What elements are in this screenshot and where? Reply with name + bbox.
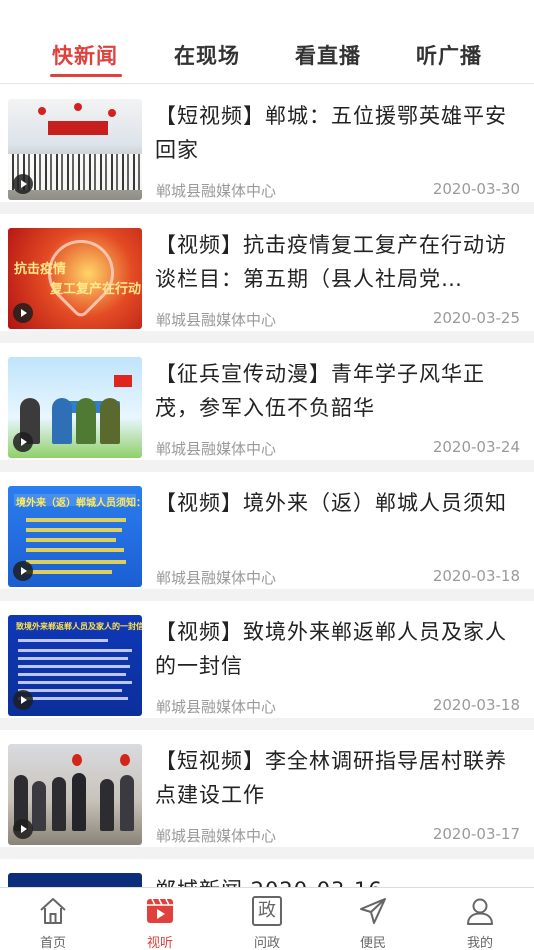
article-list[interactable]: 【短视频】郸城：五位援鄂英雄平安回家 郸城县融媒体中心 2020-03-30 抗… (0, 85, 534, 887)
article-date: 2020-03-24 (432, 438, 520, 456)
nav-label: 首页 (39, 936, 66, 950)
article-item[interactable]: 郸城新闻 2020-03-16 (0, 859, 534, 887)
play-icon (13, 432, 33, 452)
article-title: 【征兵宣传动漫】青年学子风华正茂，参军入伍不负韶华 (155, 362, 485, 420)
article-thumbnail (8, 357, 142, 458)
article-source: 郸城县融媒体中心 (156, 698, 277, 716)
play-icon (13, 561, 33, 581)
article-item[interactable]: 致境外来郸返郸人员及家人的一封信 【视频】致境外来郸返郸人员及家人的一封信 郸城… (0, 601, 534, 718)
nav-label: 便民 (359, 936, 386, 950)
article-thumbnail: 致境外来郸返郸人员及家人的一封信 (8, 615, 142, 716)
tab-on-site[interactable]: 在现场 (174, 40, 240, 70)
user-icon (467, 898, 493, 925)
article-item[interactable]: 【短视频】郸城：五位援鄂英雄平安回家 郸城县融媒体中心 2020-03-30 (0, 85, 534, 202)
article-source: 郸城县融媒体中心 (156, 182, 277, 200)
nav-profile[interactable]: 我的 (440, 888, 520, 950)
article-date: 2020-03-30 (432, 180, 520, 198)
article-item[interactable]: 【短视频】李全林调研指导居村联养点建设工作 郸城县融媒体中心 2020-03-1… (0, 730, 534, 847)
article-date: 2020-03-17 (432, 825, 520, 843)
nav-services[interactable]: 便民 (333, 888, 413, 950)
article-item[interactable]: 境外来（返）郸城人员须知： 【视频】境外来（返）郸城人员须知 郸城县融媒体中心 … (0, 472, 534, 589)
thumbnail-caption: 复工复产在行动 (50, 282, 142, 297)
nav-label: 我的 (466, 936, 493, 950)
article-title: 【视频】境外来（返）郸城人员须知 (155, 491, 507, 515)
article-thumbnail (8, 744, 142, 845)
play-icon (13, 819, 33, 839)
bottom-nav: 首页 视听 政 问政 便民 我的 (0, 887, 534, 950)
nav-home[interactable]: 首页 (13, 888, 93, 950)
nav-label: 视听 (146, 936, 173, 950)
article-date: 2020-03-18 (432, 567, 520, 585)
article-source: 郸城县融媒体中心 (156, 827, 277, 845)
article-item[interactable]: 【征兵宣传动漫】青年学子风华正茂，参军入伍不负韶华 郸城县融媒体中心 2020-… (0, 343, 534, 460)
article-thumbnail: 抗击疫情 复工复产在行动 (8, 228, 142, 329)
home-icon (40, 898, 66, 924)
article-title: 【短视频】李全林调研指导居村联养点建设工作 (155, 749, 507, 807)
video-icon (147, 898, 173, 923)
tab-radio[interactable]: 听广播 (416, 40, 482, 70)
article-thumbnail: 境外来（返）郸城人员须知： (8, 486, 142, 587)
nav-inquiry[interactable]: 政 问政 (227, 888, 307, 950)
article-thumbnail (8, 99, 142, 200)
send-icon (360, 898, 386, 924)
article-source: 郸城县融媒体中心 (156, 311, 277, 329)
thumbnail-caption: 境外来（返）郸城人员须知： (16, 498, 142, 509)
article-title: 郸城新闻 2020-03-16 (155, 873, 515, 887)
tab-quick-news[interactable]: 快新闻 (52, 40, 118, 70)
nav-label: 问政 (253, 936, 280, 950)
article-thumbnail (8, 873, 142, 887)
thumbnail-caption: 抗击疫情 (14, 262, 67, 277)
thumbnail-caption: 致境外来郸返郸人员及家人的一封信 (16, 622, 142, 631)
active-tab-indicator (50, 74, 122, 77)
play-icon (13, 690, 33, 710)
article-title: 【短视频】郸城：五位援鄂英雄平安回家 (155, 104, 507, 162)
article-title: 【视频】抗击疫情复工复产在行动访谈栏目：第五期（县人社局党… (155, 233, 507, 291)
tab-live[interactable]: 看直播 (295, 40, 361, 70)
article-source: 郸城县融媒体中心 (156, 440, 277, 458)
article-date: 2020-03-25 (432, 309, 520, 327)
article-date: 2020-03-18 (432, 696, 520, 714)
nav-video[interactable]: 视听 (120, 888, 200, 950)
article-title: 【视频】致境外来郸返郸人员及家人的一封信 (155, 620, 507, 678)
play-icon (13, 303, 33, 323)
article-item[interactable]: 抗击疫情 复工复产在行动 【视频】抗击疫情复工复产在行动访谈栏目：第五期（县人社… (0, 214, 534, 331)
zheng-icon: 政 (252, 896, 282, 926)
article-source: 郸城县融媒体中心 (156, 569, 277, 587)
top-tab-bar: 快新闻 在现场 看直播 听广播 (0, 0, 534, 84)
play-icon (13, 174, 33, 194)
